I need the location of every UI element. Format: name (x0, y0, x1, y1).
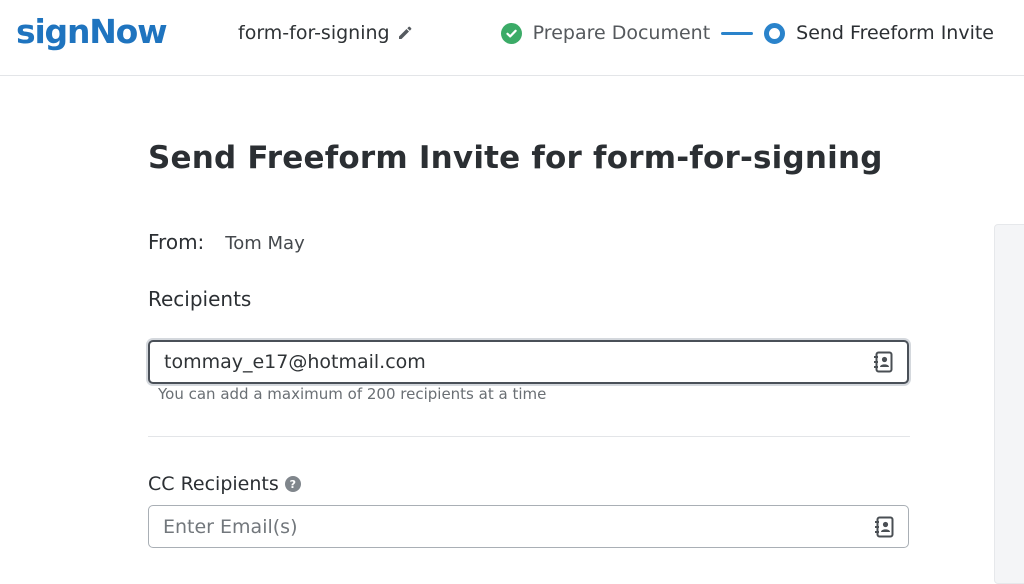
page-title: Send Freeform Invite for form-for-signin… (148, 140, 883, 176)
from-value: Tom May (225, 233, 305, 254)
progress-steps: Prepare Document Send Freeform Invite (500, 19, 994, 47)
address-book-icon[interactable] (873, 351, 895, 373)
check-circle-icon (500, 22, 522, 44)
document-name[interactable]: form-for-signing (238, 22, 390, 44)
address-book-icon[interactable] (874, 516, 896, 538)
pencil-icon[interactable] (397, 25, 413, 41)
side-panel (994, 224, 1024, 584)
invite-form: Send Freeform Invite for form-for-signin… (148, 140, 910, 548)
signnow-logo[interactable]: signNow (16, 12, 168, 51)
step-connector (721, 31, 754, 35)
recipients-input[interactable]: tommay_e17@hotmail.com (148, 340, 909, 384)
step-prepare-document[interactable]: Prepare Document (500, 22, 711, 44)
recipients-input-value[interactable]: tommay_e17@hotmail.com (150, 351, 907, 373)
from-label: From: (148, 230, 205, 254)
step-label: Send Freeform Invite (796, 22, 994, 44)
from-row: From: Tom May (148, 230, 305, 254)
question-circle-icon[interactable]: ? (284, 476, 301, 492)
step-label: Prepare Document (532, 22, 711, 44)
cc-recipients-label: CC Recipients (148, 473, 279, 495)
cc-recipients-input[interactable]: Enter Email(s) (148, 505, 909, 548)
radio-active-icon (764, 22, 786, 44)
cc-recipients-row: CC Recipients ? (148, 473, 301, 495)
step-send-freeform-invite[interactable]: Send Freeform Invite (764, 22, 994, 44)
recipients-hint: You can add a maximum of 200 recipients … (158, 385, 547, 403)
cc-input-placeholder[interactable]: Enter Email(s) (149, 516, 908, 538)
top-bar: signNow form-for-signing Prepare Documen… (0, 0, 1024, 76)
recipients-label: Recipients (148, 287, 252, 311)
divider (148, 436, 910, 437)
document-name-editor[interactable]: form-for-signing (238, 20, 413, 46)
